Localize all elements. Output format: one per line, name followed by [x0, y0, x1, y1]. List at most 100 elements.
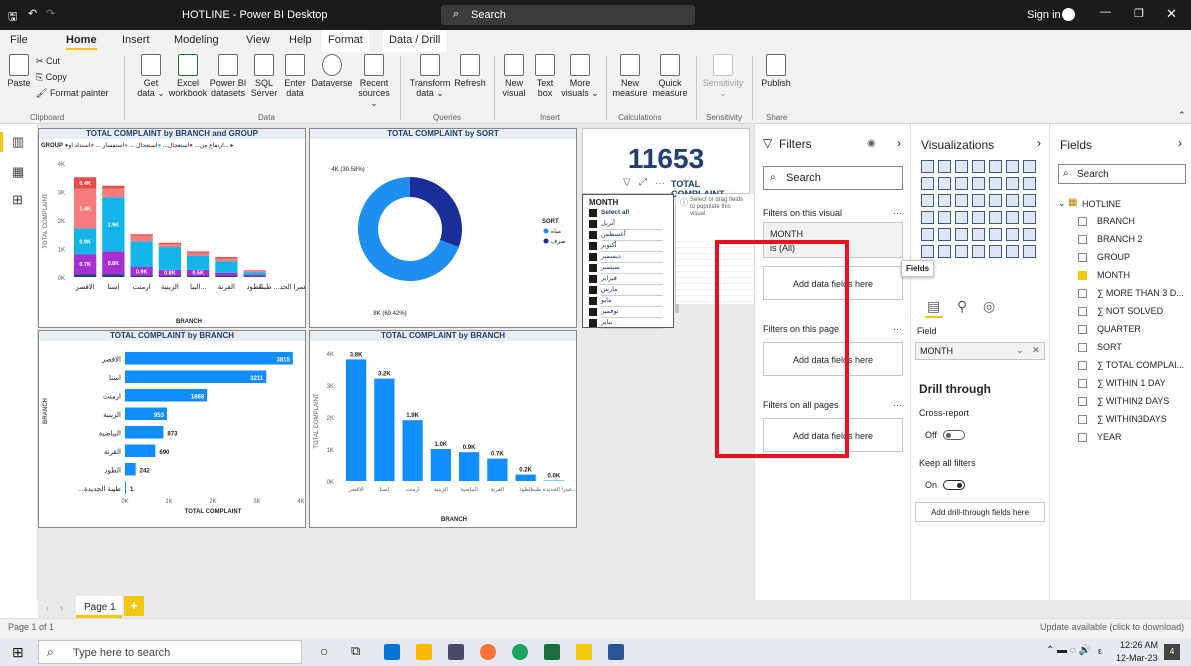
slicer-month[interactable]: MONTH Select all أبريل أغسطس أكتوبر ديسمبر سب…: [582, 194, 679, 329]
quick-measure-button[interactable]: Quick measure: [650, 54, 690, 98]
new-visual-button[interactable]: New visual: [498, 54, 530, 98]
visual-type-icon[interactable]: [1006, 194, 1019, 207]
visual-type-icon[interactable]: [972, 211, 985, 224]
visual-drop-zone[interactable]: Add data fields here: [763, 266, 903, 300]
page-drop-zone[interactable]: Add data fields here: [763, 342, 903, 376]
get-data-button[interactable]: Get data ⌄: [134, 54, 168, 98]
slicer-item[interactable]: أكتوبر: [589, 241, 669, 252]
notification-badge[interactable]: 4: [1164, 644, 1180, 660]
visual-type-icon[interactable]: [938, 245, 951, 258]
visual-type-icon[interactable]: [955, 160, 968, 173]
slicer-item[interactable]: ديسمبر: [589, 252, 669, 263]
checkbox-icon[interactable]: [1078, 289, 1087, 299]
visual-type-icon[interactable]: [1006, 245, 1019, 258]
cortana-icon[interactable]: ○: [320, 643, 328, 659]
visual-type-icon[interactable]: [989, 160, 1002, 173]
cut-button[interactable]: ✂ Cut: [36, 56, 60, 67]
checkbox-icon[interactable]: [1078, 235, 1087, 245]
firefox-icon[interactable]: [480, 644, 496, 660]
visual-sort-donut[interactable]: TOTAL COMPLAINT by SORT 8K (69.42%) 4K (3…: [309, 128, 577, 328]
visual-type-icon[interactable]: [921, 228, 934, 241]
checkbox-icon[interactable]: [1078, 343, 1087, 353]
checkbox-icon[interactable]: [1078, 361, 1087, 371]
menu-file[interactable]: File: [10, 34, 28, 46]
redo-icon[interactable]: ↷: [46, 7, 55, 20]
visual-type-icon[interactable]: [955, 211, 968, 224]
copy-button[interactable]: ⎘ Copy: [36, 72, 67, 83]
visual-type-icon[interactable]: [1023, 194, 1036, 207]
filters-search-box[interactable]: ⌕ Search: [763, 166, 903, 190]
visual-type-icon[interactable]: [1023, 245, 1036, 258]
visual-type-icon[interactable]: [989, 211, 1002, 224]
pbi-datasets-button[interactable]: Power BI datasets: [208, 54, 248, 98]
visual-type-icon[interactable]: [1023, 160, 1036, 173]
edge-icon[interactable]: [384, 644, 400, 660]
excel-button[interactable]: Excel workbook: [168, 54, 208, 98]
checkbox-icon[interactable]: [1078, 397, 1087, 407]
field-item[interactable]: MONTH: [1078, 270, 1130, 286]
menu-modeling[interactable]: Modeling: [174, 34, 219, 46]
menu-format[interactable]: Format: [322, 30, 369, 52]
visual-type-icon[interactable]: [972, 177, 985, 190]
focus-mode-icon[interactable]: ⤢: [639, 177, 647, 188]
slicer-item[interactable]: أبريل: [589, 219, 669, 230]
field-item[interactable]: ∑ WITHIN3DAYS: [1078, 414, 1167, 430]
menu-insert[interactable]: Insert: [122, 34, 150, 46]
more-options-icon[interactable]: …: [893, 398, 902, 408]
checkbox-icon[interactable]: [1078, 217, 1087, 227]
field-item[interactable]: QUARTER: [1078, 324, 1141, 340]
format-painter-button[interactable]: 🖌 Format painter: [36, 88, 108, 99]
checkbox-icon[interactable]: [1078, 253, 1087, 263]
checkbox-icon[interactable]: [1078, 415, 1087, 425]
drill-through-drop-zone[interactable]: Add drill-through fields here: [915, 502, 1045, 522]
fields-search-box[interactable]: ⌕ Search: [1058, 164, 1186, 184]
visual-type-icon[interactable]: [938, 177, 951, 190]
clock-time[interactable]: 12:26 AM: [1120, 640, 1158, 650]
menu-help[interactable]: Help: [289, 34, 312, 46]
powerbi-taskbar-icon[interactable]: [576, 644, 592, 660]
visual-type-icon[interactable]: [921, 245, 934, 258]
enter-data-button[interactable]: Enter data: [280, 54, 310, 98]
visual-type-icon[interactable]: [1006, 211, 1019, 224]
format-paintbrush-icon[interactable]: ⚲: [957, 298, 967, 315]
chrome-icon[interactable]: [512, 644, 528, 660]
visual-type-icon[interactable]: [938, 194, 951, 207]
checkbox-icon[interactable]: [1078, 379, 1087, 389]
transform-data-button[interactable]: Transform data ⌄: [408, 54, 452, 98]
field-item[interactable]: ∑ WITHIN 1 DAY: [1078, 378, 1166, 394]
menu-view[interactable]: View: [246, 34, 270, 46]
visual-type-icon[interactable]: [1006, 160, 1019, 173]
field-item[interactable]: ∑ TOTAL COMPLAI...: [1078, 360, 1184, 376]
checkbox-icon[interactable]: [1078, 271, 1087, 281]
legend-next-icon[interactable]: ▸: [230, 143, 233, 149]
checkbox-icon[interactable]: [1078, 433, 1087, 443]
visual-branch-column[interactable]: TOTAL COMPLAINT by BRANCH 4K 3K 2K 1K 0K TOTA…: [309, 330, 577, 528]
sign-in-link[interactable]: Sign in: [1027, 9, 1061, 21]
visual-type-icon[interactable]: [972, 228, 985, 241]
close-icon[interactable]: ✕: [1166, 6, 1177, 22]
menu-home[interactable]: Home: [66, 34, 97, 50]
page-tab-1[interactable]: Page 1: [76, 596, 122, 618]
visual-type-icon[interactable]: [989, 177, 1002, 190]
checkbox-icon[interactable]: [1078, 307, 1087, 317]
collapse-fields-icon[interactable]: ›: [1178, 136, 1182, 150]
minimize-icon[interactable]: —: [1100, 6, 1111, 18]
chevron-down-icon[interactable]: ⌄: [1016, 345, 1024, 356]
field-item[interactable]: GROUP: [1078, 252, 1130, 268]
field-well-month[interactable]: MONTH ⌄ ✕: [915, 342, 1045, 360]
field-item[interactable]: BRANCH: [1078, 216, 1135, 232]
slicer-item[interactable]: سبتمبر: [589, 263, 669, 274]
visual-type-icon[interactable]: [972, 160, 985, 173]
text-box-button[interactable]: Text box: [530, 54, 560, 98]
visual-type-icon[interactable]: [989, 194, 1002, 207]
visual-type-icon[interactable]: [972, 194, 985, 207]
field-item[interactable]: ∑ WITHIN2 DAYS: [1078, 396, 1169, 412]
visual-type-icon[interactable]: [955, 194, 968, 207]
taskbar-search-box[interactable]: ⌕ Type here to search: [38, 640, 302, 664]
field-item[interactable]: ∑ NOT SOLVED: [1078, 306, 1163, 322]
visual-type-icon[interactable]: [921, 194, 934, 207]
slicer-item[interactable]: مايو: [589, 296, 669, 307]
keep-filters-toggle[interactable]: [943, 480, 965, 490]
file-explorer-icon[interactable]: [416, 644, 432, 660]
publish-button[interactable]: Publish: [758, 54, 794, 88]
